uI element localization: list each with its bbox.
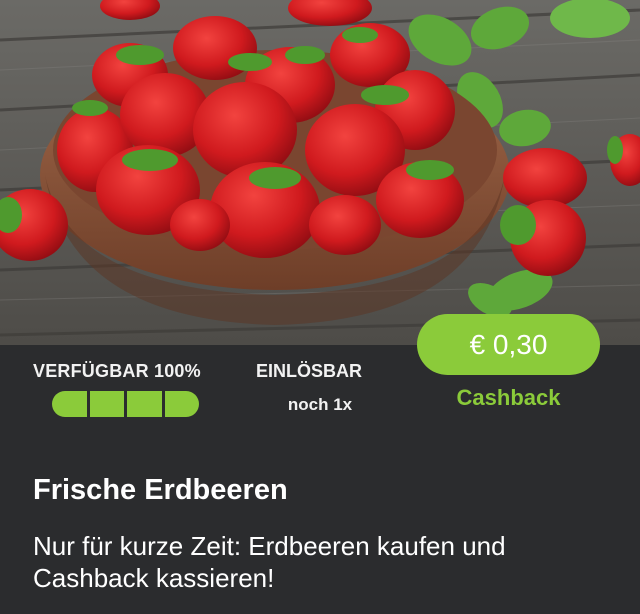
offer-description: Nur für kurze Zeit: Erdbeeren kaufen und… (33, 531, 506, 593)
offer-title: Frische Erdbeeren (33, 474, 288, 506)
product-image (0, 0, 640, 345)
redeemable-label: EINLÖSBAR (256, 361, 363, 381)
availability-meter-segment (89, 391, 124, 417)
availability-label: VERFÜGBAR 100% (33, 361, 201, 381)
availability-meter-segment (52, 391, 87, 417)
availability-meter (52, 391, 199, 417)
cashback-label: Cashback (456, 385, 561, 410)
availability-meter-segment (164, 391, 199, 417)
cashback-amount-button[interactable]: € 0,30 (417, 314, 600, 375)
redeemable-count: noch 1x (287, 395, 353, 414)
availability-meter-segment (127, 391, 162, 417)
